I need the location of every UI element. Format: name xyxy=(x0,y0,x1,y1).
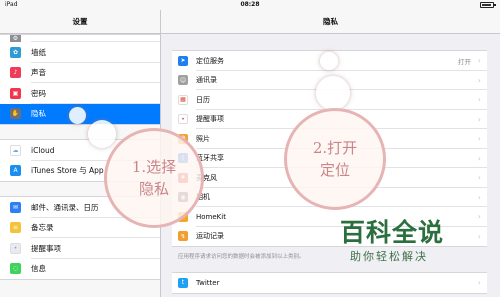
chevron-right-icon: › xyxy=(477,56,481,66)
annotation-step1-text: 1.选择 隐私 xyxy=(131,158,177,198)
twitter-row[interactable]: t Twitter › xyxy=(172,273,487,293)
watermark-title: 百科全说 xyxy=(340,218,445,247)
annotation-step2-text: 2.打开 定位 xyxy=(312,139,358,179)
privacy-row-label: 运动记录 xyxy=(196,232,224,241)
sidebar-item[interactable]: ✿ 墙纸 xyxy=(0,42,160,63)
privacy-title: 隐私 xyxy=(161,10,500,34)
sidebar-item[interactable]: ◌ 信息 xyxy=(0,259,160,280)
chevron-right-icon: › xyxy=(477,75,481,85)
sidebar-item-label: iTunes Store 与 App xyxy=(31,166,104,176)
privacy-row-label: 定位服务 xyxy=(196,56,224,65)
status-bar: iPad 08:28 xyxy=(0,0,500,10)
sidebar-item-label: 墙纸 xyxy=(31,47,46,57)
motion-icon: ↯ xyxy=(178,231,188,242)
clock: 08:28 xyxy=(240,1,260,8)
sidebar-item-label: 隐私 xyxy=(31,109,46,119)
contacts-icon: ☺ xyxy=(178,75,188,86)
twitter-icon: t xyxy=(178,277,188,288)
carrier-label: iPad xyxy=(5,1,18,8)
sidebar-item[interactable]: ♪ 声音 xyxy=(0,63,160,84)
tap-marker-contacts xyxy=(316,76,350,110)
notes-icon: ≡ xyxy=(10,222,21,234)
sidebar-item-label: iCloud xyxy=(31,145,55,155)
annotation-step2: 2.打开 定位 xyxy=(284,108,386,210)
chevron-right-icon: › xyxy=(477,153,481,163)
sidebar-item-label: 密码 xyxy=(31,88,46,98)
twitter-label: Twitter xyxy=(196,278,220,287)
sidebar-item-label: 信息 xyxy=(31,264,46,274)
reminders-icon: • xyxy=(10,242,21,254)
watermark: 百科全说 助你轻松解决 xyxy=(340,218,490,274)
location-arrow-icon: ➤ xyxy=(178,55,188,66)
sidebar-title: 设置 xyxy=(0,10,160,34)
privacy-row-label: 提醒事项 xyxy=(196,115,224,124)
chevron-right-icon: › xyxy=(477,278,481,288)
icloud-icon: ☁ xyxy=(10,144,21,156)
calendar-icon: ▦ xyxy=(178,94,188,105)
sound-icon: ♪ xyxy=(10,67,21,79)
sidebar-item-label: 邮件、通讯录、日历 xyxy=(31,202,99,212)
privacy-hand-icon: ✋ xyxy=(10,108,21,120)
battery-icon xyxy=(480,2,494,8)
tap-marker-location xyxy=(320,52,338,70)
sidebar-item-label: 提醒事项 xyxy=(31,243,61,253)
privacy-row-label: 通讯录 xyxy=(196,76,217,85)
privacy-row-label: 日历 xyxy=(196,95,210,104)
app-store-icon: A xyxy=(10,165,21,177)
sidebar-item-label: 声音 xyxy=(31,68,46,78)
annotation-step1: 1.选择 隐私 xyxy=(104,128,204,228)
sidebar-item[interactable]: ▣ 密码 xyxy=(0,83,160,104)
chevron-right-icon: › xyxy=(477,173,481,183)
chevron-right-icon: › xyxy=(477,114,481,124)
messages-icon: ◌ xyxy=(10,263,21,275)
chevron-right-icon: › xyxy=(477,95,481,105)
privacy-row-label: 照片 xyxy=(196,134,210,143)
settings-icon: ⚙ xyxy=(10,35,21,42)
reminders-icon: • xyxy=(178,114,188,125)
watermark-subtitle: 助你轻松解决 xyxy=(350,250,428,263)
chevron-right-icon: › xyxy=(477,134,481,144)
sidebar-item-label: 备忘录 xyxy=(31,223,54,233)
social-list: t Twitter › xyxy=(172,272,487,294)
passcode-icon: ▣ xyxy=(10,87,21,99)
wallpaper-icon: ✿ xyxy=(10,46,21,58)
tap-marker-privacy xyxy=(69,107,86,124)
privacy-row-value: 打开 xyxy=(458,57,471,66)
sidebar-item-partial[interactable]: ⚙ xyxy=(0,35,160,42)
chevron-right-icon: › xyxy=(477,192,481,202)
privacy-row-label: HomeKit xyxy=(196,212,226,221)
tap-marker-below-privacy xyxy=(88,120,116,148)
mail-icon: ✉ xyxy=(10,201,21,213)
sidebar-item[interactable]: • 提醒事项 xyxy=(0,238,160,259)
